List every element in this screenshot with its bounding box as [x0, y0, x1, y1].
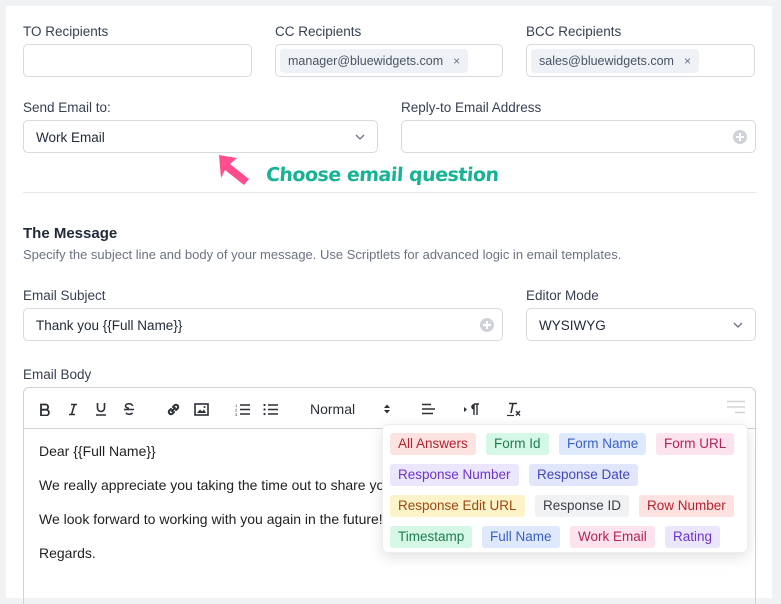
send-email-to-value: Work Email [36, 130, 105, 145]
variable-tag[interactable]: Full Name [482, 526, 560, 548]
section-description: Specify the subject line and body of you… [23, 247, 622, 262]
strikethrough-icon [124, 402, 134, 415]
clear-format-button[interactable] [506, 398, 522, 420]
chip-label: sales@bluewidgets.com [539, 54, 674, 68]
text-direction-icon [463, 402, 479, 415]
to-recipients-input[interactable] [23, 44, 252, 77]
variable-tag[interactable]: Form URL [656, 433, 735, 455]
text-direction-button[interactable] [462, 398, 480, 420]
align-left-icon [421, 403, 435, 415]
heading-select[interactable]: Normal [310, 398, 400, 420]
annotation-text: Choose email question [265, 164, 500, 186]
remove-chip-icon[interactable]: × [684, 49, 691, 73]
variable-tag[interactable]: Timestamp [390, 526, 473, 548]
variable-picker-dropdown: All Answers Form Id Form Name Form URL Respo… [382, 424, 748, 553]
italic-button[interactable] [66, 398, 80, 420]
link-button[interactable] [165, 398, 181, 420]
heading-select-value: Normal [310, 401, 356, 417]
align-button[interactable] [420, 398, 436, 420]
variable-tag[interactable]: Work Email [570, 526, 655, 548]
clear-format-icon [507, 402, 521, 416]
chevron-down-icon [733, 322, 743, 328]
editor-mode-value: WYSIWYG [539, 318, 606, 333]
email-subject-input[interactable]: Thank you {{Full Name}} [23, 308, 503, 341]
variable-tag[interactable]: Form Id [486, 433, 549, 455]
chevron-down-icon [355, 134, 365, 140]
chip-label: manager@bluewidgets.com [288, 54, 444, 68]
variable-tag[interactable]: Response Date [529, 464, 639, 486]
underline-button[interactable] [94, 398, 108, 420]
body-line: Dear {{Full Name}} [39, 443, 156, 459]
link-icon [167, 403, 179, 415]
italic-icon [69, 403, 77, 415]
reply-to-input[interactable] [401, 120, 756, 153]
editor-toolbar: 123 Normal [24, 388, 755, 429]
bcc-recipients-input[interactable]: sales@bluewidgets.com × [526, 44, 755, 77]
svg-text:3: 3 [235, 412, 238, 416]
body-line: Regards. [39, 545, 96, 561]
send-email-to-label: Send Email to: [23, 100, 111, 115]
bold-button[interactable] [38, 398, 52, 420]
ordered-list-icon: 123 [235, 403, 250, 416]
add-variable-icon[interactable] [733, 130, 747, 144]
ordered-list-button[interactable]: 123 [235, 398, 251, 420]
bullet-list-icon [263, 403, 278, 415]
annotation-arrow-icon [219, 155, 249, 185]
email-subject-value: Thank you {{Full Name}} [36, 318, 183, 333]
add-variable-icon[interactable] [480, 318, 494, 332]
variable-tag[interactable]: Response Number [390, 464, 519, 486]
editor-mode-label: Editor Mode [526, 288, 599, 303]
variable-tag[interactable]: All Answers [390, 433, 476, 455]
variable-tag[interactable]: Response ID [535, 495, 630, 517]
cc-recipient-chip: manager@bluewidgets.com × [280, 49, 469, 73]
cc-recipients-input[interactable]: manager@bluewidgets.com × [275, 44, 503, 77]
body-line: We look forward to working with you agai… [39, 511, 383, 527]
to-recipients-label: TO Recipients [23, 24, 109, 39]
variable-tag[interactable]: Response Edit URL [390, 495, 525, 517]
bullet-list-button[interactable] [263, 398, 279, 420]
email-body-label: Email Body [23, 367, 92, 382]
drag-handle-icon[interactable] [727, 400, 745, 414]
remove-chip-icon[interactable]: × [453, 49, 460, 73]
variable-tag[interactable]: Form Name [559, 433, 647, 455]
send-email-to-select[interactable]: Work Email [23, 120, 378, 153]
variable-tag[interactable]: Rating [665, 526, 721, 548]
cc-recipients-label: CC Recipients [275, 24, 362, 39]
email-subject-label: Email Subject [23, 288, 106, 303]
underline-icon [96, 403, 106, 416]
variable-tag[interactable]: Row Number [639, 495, 734, 517]
bold-icon [40, 403, 50, 416]
editor-mode-select[interactable]: WYSIWYG [526, 308, 756, 341]
reply-to-label: Reply-to Email Address [401, 100, 542, 115]
select-arrows-icon [384, 404, 391, 414]
bcc-recipient-chip: sales@bluewidgets.com × [531, 49, 699, 73]
bcc-recipients-label: BCC Recipients [526, 24, 622, 39]
strikethrough-button[interactable] [122, 398, 136, 420]
image-button[interactable] [193, 398, 209, 420]
body-line: We really appreciate you taking the time… [39, 477, 385, 493]
section-title: The Message [23, 225, 118, 242]
image-icon [193, 402, 209, 416]
section-divider [23, 192, 756, 193]
